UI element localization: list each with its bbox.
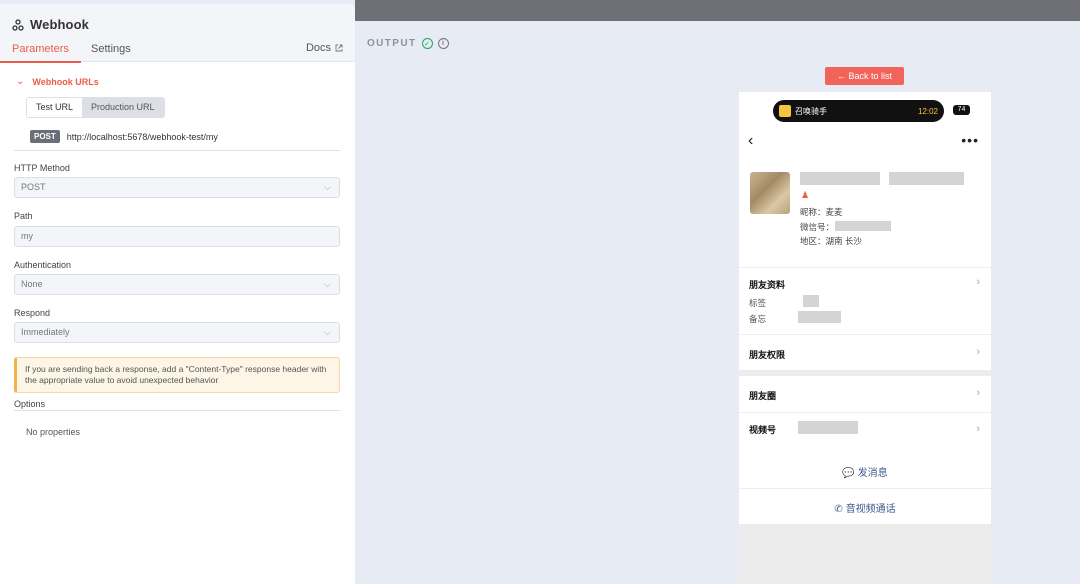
authentication-value: None <box>21 279 43 289</box>
blurred-tag <box>803 295 819 307</box>
av-call-button[interactable]: ✆ 音视频通话 <box>739 500 991 515</box>
method-badge: POST <box>30 130 60 143</box>
wechat-id-text: 微信号： <box>800 222 835 232</box>
webhook-urls-label: Webhook URLs <box>32 76 99 87</box>
path-label: Path <box>14 211 33 221</box>
nickname-text: 昵称：麦麦 <box>800 207 843 217</box>
webhook-icon <box>12 18 24 31</box>
divider <box>14 150 340 151</box>
webhook-urls-toggle[interactable]: ⌄ Webhook URLs <box>16 76 99 87</box>
top-strip <box>355 0 1080 21</box>
chevron-down-icon: ⌵ <box>324 279 331 289</box>
moments-label[interactable]: 朋友圈 <box>749 389 776 402</box>
blurred-name <box>889 172 964 185</box>
friend-profile-label[interactable]: 朋友资料 <box>749 278 785 291</box>
send-message-label: 发消息 <box>857 468 888 479</box>
divider <box>739 412 991 413</box>
node-parameters-panel: Webhook Parameters Settings Docs ⌄ Webho… <box>0 4 355 584</box>
divider <box>739 488 991 489</box>
chevron-down-icon: ⌄ <box>16 76 25 87</box>
av-call-label: 音视频通话 <box>845 504 896 515</box>
phone-screenshot: 召唤骑手 12:02 74 ‹ ••• ♟ 昵称：麦麦 微信号： 地区：湖南 长… <box>739 92 991 584</box>
node-title: Webhook <box>30 17 89 32</box>
path-input[interactable]: my <box>14 226 340 247</box>
user-icon: ♟ <box>801 190 810 200</box>
no-properties-text: No properties <box>26 427 81 437</box>
http-method-value: POST <box>21 182 46 192</box>
blurred-memo <box>798 311 841 323</box>
profile-card <box>739 92 991 370</box>
authentication-label: Authentication <box>14 260 72 270</box>
blurred-name <box>800 172 880 185</box>
test-url-button[interactable]: Test URL <box>27 98 83 117</box>
chevron-down-icon: ⌵ <box>324 182 331 192</box>
docs-link[interactable]: Docs <box>306 42 343 54</box>
docs-label: Docs <box>305 42 331 54</box>
chevron-right-icon: › <box>976 387 980 399</box>
production-url-button[interactable]: Production URL <box>82 98 164 117</box>
chevron-right-icon: › <box>976 423 980 435</box>
divider <box>739 334 991 335</box>
island-app-name: 召唤骑手 <box>795 106 827 116</box>
webhook-url[interactable]: http://localhost:5678/webhook-test/my <box>67 132 218 142</box>
http-method-select[interactable]: POST ⌵ <box>14 177 340 198</box>
divider <box>739 267 991 268</box>
island-time: 12:02 <box>917 106 938 116</box>
more-icon[interactable]: ••• <box>961 132 979 148</box>
success-check-icon: ✓ <box>421 38 433 49</box>
divider <box>14 410 340 411</box>
external-link-icon <box>335 44 343 52</box>
tag-label: 标签 <box>749 298 767 308</box>
blurred-channel <box>798 421 858 434</box>
node-title-row: Webhook <box>12 17 89 32</box>
respond-value: Immediately <box>21 327 70 337</box>
panel-header: Webhook Parameters Settings Docs <box>0 4 355 63</box>
back-to-list-button[interactable]: ← Back to list <box>825 67 904 85</box>
friend-permissions-label[interactable]: 朋友权限 <box>749 348 785 361</box>
url-mode-switch: Test URL Production URL <box>26 97 165 118</box>
output-label: OUTPUT <box>367 38 417 49</box>
http-method-label: HTTP Method <box>14 163 70 173</box>
output-header: OUTPUT ✓ i <box>367 38 449 49</box>
authentication-select[interactable]: None ⌵ <box>14 274 340 295</box>
respond-label: Respond <box>14 308 51 318</box>
region-text: 地区：湖南 长沙 <box>800 236 862 246</box>
chevron-right-icon: › <box>976 276 980 288</box>
tab-parameters[interactable]: Parameters <box>0 42 81 63</box>
battery-icon: 74 <box>953 105 970 115</box>
send-message-button[interactable]: 💬 发消息 <box>739 464 991 479</box>
back-arrow-icon[interactable]: ‹ <box>748 132 753 150</box>
chevron-right-icon: › <box>976 346 980 358</box>
chevron-down-icon: ⌵ <box>324 327 331 337</box>
dynamic-island: 召唤骑手 12:02 <box>773 100 944 122</box>
blurred-wechat-id <box>835 221 891 231</box>
panel-tabs: Parameters Settings Docs <box>0 42 355 63</box>
memo-label: 备忘 <box>749 314 767 324</box>
moments-card <box>739 376 991 454</box>
channels-label[interactable]: 视频号 <box>749 423 776 436</box>
tab-settings[interactable]: Settings <box>91 42 131 62</box>
avatar <box>750 172 790 214</box>
options-label: Options <box>14 399 46 409</box>
app-icon <box>779 105 791 117</box>
respond-select[interactable]: Immediately ⌵ <box>14 322 340 343</box>
phone-icon: ✆ <box>834 504 843 515</box>
chat-bubble-icon: 💬 <box>842 468 855 479</box>
webhook-url-row: POST http://localhost:5678/webhook-test/… <box>30 130 218 143</box>
info-icon[interactable]: i <box>437 38 449 49</box>
path-value: my <box>21 231 33 241</box>
content-type-notice: If you are sending back a response, add … <box>14 357 340 393</box>
